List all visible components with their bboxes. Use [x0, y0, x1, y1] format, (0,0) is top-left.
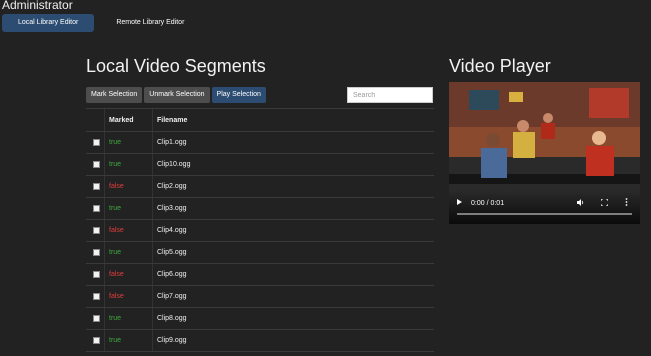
- table-row[interactable]: true Clip3.ogg: [86, 198, 434, 220]
- filename-value: Clip7.ogg: [157, 293, 187, 300]
- search-input[interactable]: [347, 87, 433, 103]
- fullscreen-icon[interactable]: [601, 199, 608, 206]
- play-icon[interactable]: [457, 199, 462, 205]
- row-checkbox[interactable]: [92, 249, 100, 256]
- filename-value: Clip2.ogg: [157, 183, 187, 190]
- table-row[interactable]: true Clip8.ogg: [86, 308, 434, 330]
- segments-toolbar: Mark Selection Unmark Selection Play Sel…: [86, 87, 266, 103]
- row-checkbox[interactable]: [92, 161, 100, 168]
- marked-value: false: [109, 227, 124, 234]
- row-checkbox-cell: [90, 264, 102, 285]
- row-checkbox[interactable]: [92, 337, 100, 344]
- video-player[interactable]: 0:00 / 0:01: [449, 82, 640, 224]
- marked-value: false: [109, 293, 124, 300]
- player-title: Video Player: [449, 56, 551, 76]
- filename-value: Clip6.ogg: [157, 271, 187, 278]
- volume-icon[interactable]: [577, 199, 585, 206]
- segments-table: Marked Filename true Clip1.ogg true Clip10.…: [86, 108, 434, 352]
- row-checkbox-cell: [90, 286, 102, 307]
- table-row[interactable]: true Clip10.ogg: [86, 154, 434, 176]
- filename-value: Clip3.ogg: [157, 205, 187, 212]
- table-row[interactable]: true Clip5.ogg: [86, 242, 434, 264]
- marked-value: true: [109, 249, 122, 256]
- mark-selection-button[interactable]: Mark Selection: [86, 87, 143, 103]
- marked-value: true: [109, 205, 122, 212]
- table-row[interactable]: false Clip4.ogg: [86, 220, 434, 242]
- unmark-selection-button[interactable]: Unmark Selection: [144, 87, 210, 103]
- filename-value: Clip8.ogg: [157, 315, 187, 322]
- row-checkbox[interactable]: [92, 139, 100, 146]
- marked-value: false: [109, 271, 124, 278]
- marked-value: true: [109, 337, 122, 344]
- row-checkbox-cell: [90, 198, 102, 219]
- row-checkbox[interactable]: [92, 205, 100, 212]
- row-checkbox-cell: [90, 132, 102, 153]
- row-checkbox[interactable]: [92, 271, 100, 278]
- player-controls: 0:00 / 0:01: [449, 190, 640, 224]
- marked-value: false: [109, 183, 124, 190]
- table-header-row: Marked Filename: [86, 109, 434, 132]
- table-row[interactable]: false Clip7.ogg: [86, 286, 434, 308]
- row-checkbox-cell: [90, 154, 102, 175]
- marked-column-header[interactable]: Marked: [109, 109, 134, 131]
- row-checkbox-cell: [90, 308, 102, 329]
- marked-value: true: [109, 161, 122, 168]
- filename-value: Clip1.ogg: [157, 139, 187, 146]
- tab-remote-library-editor[interactable]: Remote Library Editor: [100, 14, 200, 32]
- row-checkbox-cell: [90, 242, 102, 263]
- more-options-icon[interactable]: [625, 198, 628, 206]
- row-checkbox[interactable]: [92, 227, 100, 234]
- table-row[interactable]: false Clip2.ogg: [86, 176, 434, 198]
- progress-bar[interactable]: [457, 213, 632, 215]
- filename-value: Clip9.ogg: [157, 337, 187, 344]
- marked-value: true: [109, 139, 122, 146]
- filename-column-header[interactable]: Filename: [157, 109, 187, 131]
- app-title: Administrator: [2, 0, 73, 12]
- row-checkbox-cell: [90, 176, 102, 197]
- row-checkbox[interactable]: [92, 183, 100, 190]
- row-checkbox-cell: [90, 330, 102, 351]
- time-display: 0:00 / 0:01: [471, 200, 505, 207]
- filename-value: Clip4.ogg: [157, 227, 187, 234]
- table-body: true Clip1.ogg true Clip10.ogg false Clip2.og…: [86, 132, 434, 352]
- tab-local-library-editor[interactable]: Local Library Editor: [2, 14, 95, 32]
- row-checkbox-cell: [90, 220, 102, 241]
- nav-tabs: Local Library Editor Remote Library Edit…: [2, 14, 200, 32]
- table-row[interactable]: true Clip1.ogg: [86, 132, 434, 154]
- filename-value: Clip5.ogg: [157, 249, 187, 256]
- table-row[interactable]: false Clip6.ogg: [86, 264, 434, 286]
- segments-title: Local Video Segments: [86, 56, 266, 76]
- marked-value: true: [109, 315, 122, 322]
- row-checkbox[interactable]: [92, 293, 100, 300]
- row-checkbox[interactable]: [92, 315, 100, 322]
- play-selection-button[interactable]: Play Selection: [211, 87, 266, 103]
- table-row[interactable]: true Clip9.ogg: [86, 330, 434, 352]
- filename-value: Clip10.ogg: [157, 161, 191, 168]
